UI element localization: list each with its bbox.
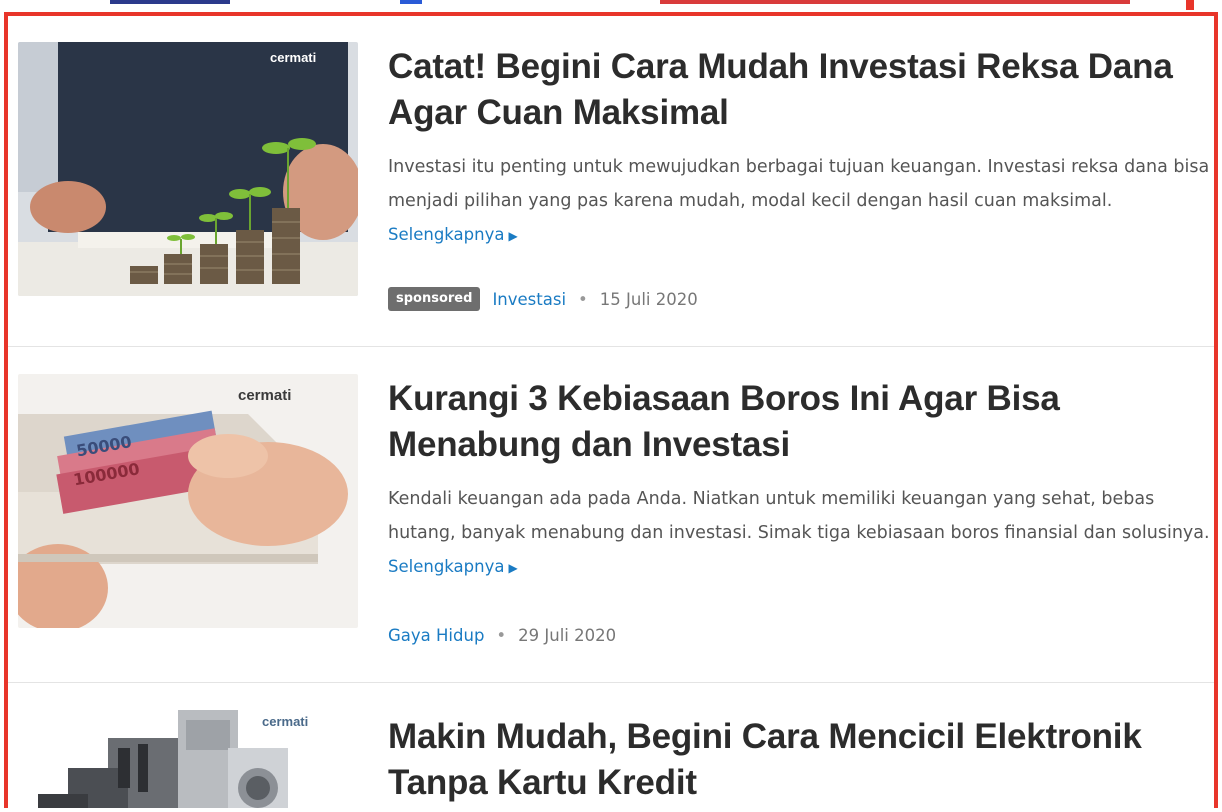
read-more-label: Selengkapnya — [388, 225, 505, 244]
category-link[interactable]: Investasi — [492, 290, 566, 309]
watermark: cermati — [270, 50, 316, 65]
article-item: cermati Catat! Begini Cara Mudah Investa… — [8, 16, 1214, 347]
read-more-link[interactable]: Selengkapnya ▶ — [388, 557, 518, 576]
watermark: cermati — [238, 387, 291, 404]
meta-separator: • — [496, 625, 507, 645]
article-meta: sponsored Investasi • 15 Juli 2020 — [388, 286, 698, 312]
article-item: 50000 100000 cermati Kurangi 3 Kebiasaan… — [8, 346, 1214, 683]
electronics-image: cermati — [18, 708, 358, 808]
highlight-frame: cermati Catat! Begini Cara Mudah Investa… — [4, 12, 1218, 808]
article-thumbnail[interactable]: cermati — [18, 42, 358, 296]
top-cropped-strip — [0, 0, 1222, 10]
article-thumbnail[interactable]: 50000 100000 cermati — [18, 374, 358, 628]
article-title[interactable]: Makin Mudah, Begini Cara Mencicil Elektr… — [388, 714, 1208, 806]
article-excerpt: Investasi itu penting untuk mewujudkan b… — [388, 150, 1214, 253]
excerpt-text: Investasi itu penting untuk mewujudkan b… — [388, 157, 1210, 211]
coin-sprout-image: cermati — [18, 42, 358, 296]
meta-separator: • — [578, 289, 588, 309]
cropped-text-fragment — [660, 0, 1130, 4]
article-title[interactable]: Catat! Begini Cara Mudah Investasi Reksa… — [388, 44, 1208, 136]
caret-right-icon: ▶ — [508, 229, 518, 243]
watermark: cermati — [262, 714, 308, 729]
wallet-money-image: 50000 100000 cermati — [18, 374, 358, 628]
cropped-text-fragment — [400, 0, 422, 4]
caret-right-icon: ▶ — [508, 561, 518, 575]
publish-date: 29 Juli 2020 — [518, 625, 617, 645]
cropped-arrow-fragment — [1186, 0, 1194, 10]
sponsored-badge: sponsored — [388, 287, 481, 311]
article-title[interactable]: Kurangi 3 Kebiasaan Boros Ini Agar Bisa … — [388, 376, 1208, 468]
read-more-link[interactable]: Selengkapnya ▶ — [388, 225, 518, 244]
article-thumbnail[interactable]: cermati — [18, 708, 358, 808]
excerpt-text: Kendali keuangan ada pada Anda. Niatkan … — [388, 489, 1210, 543]
article-item: cermati Makin Mudah, Begini Cara Mencici… — [8, 682, 1214, 808]
publish-date: 15 Juli 2020 — [599, 289, 698, 309]
read-more-label: Selengkapnya — [388, 557, 505, 576]
article-excerpt: Kendali keuangan ada pada Anda. Niatkan … — [388, 482, 1214, 585]
article-meta: Gaya Hidup • 29 Juli 2020 — [388, 622, 616, 648]
cropped-text-fragment — [110, 0, 230, 4]
category-link[interactable]: Gaya Hidup — [388, 626, 484, 645]
